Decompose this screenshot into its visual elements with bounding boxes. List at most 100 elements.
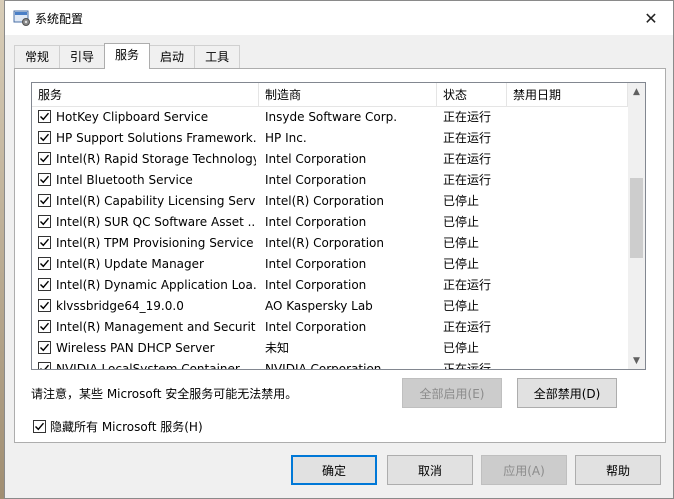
list-header: 服务 制造商 状态 禁用日期: [32, 83, 628, 107]
check-icon: [40, 175, 50, 184]
check-icon: [40, 301, 50, 310]
tab-bar: 常规 引导 服务 启动 工具: [14, 43, 241, 69]
check-icon: [40, 112, 50, 121]
service-manufacturer: HP Inc.: [265, 131, 307, 145]
service-manufacturer: Intel Corporation: [265, 320, 367, 334]
service-manufacturer: Intel Corporation: [265, 278, 367, 292]
services-panel: 服务 制造商 状态 禁用日期 HotKey Clipboard Service …: [14, 68, 666, 443]
check-icon: [40, 154, 50, 163]
service-status: 已停止: [443, 236, 480, 250]
service-status: 正在运行: [443, 131, 492, 145]
service-status: 正在运行: [443, 110, 492, 124]
cancel-button[interactable]: 取消: [387, 455, 473, 485]
service-manufacturer: AO Kaspersky Lab: [265, 299, 373, 313]
column-header-service[interactable]: 服务: [32, 83, 259, 107]
service-status: 已停止: [443, 341, 480, 355]
hide-ms-label: 隐藏所有 Microsoft 服务(H): [50, 420, 203, 434]
check-icon: [40, 343, 50, 352]
check-icon: [40, 133, 50, 142]
tab-startup[interactable]: 启动: [149, 45, 196, 69]
service-checkbox[interactable]: [38, 320, 51, 333]
check-icon: [40, 238, 50, 247]
service-manufacturer: Intel Corporation: [265, 173, 367, 187]
apply-button[interactable]: 应用(A): [481, 455, 567, 485]
service-name: Intel(R) Dynamic Application Loa...: [56, 278, 256, 292]
service-manufacturer: Intel(R) Corporation: [265, 194, 384, 208]
service-checkbox[interactable]: [38, 362, 51, 369]
service-manufacturer: NVIDIA Corporation: [265, 362, 382, 370]
help-button[interactable]: 帮助: [575, 455, 661, 485]
tab-boot[interactable]: 引导: [59, 45, 106, 69]
service-checkbox[interactable]: [38, 110, 51, 123]
close-icon: ✕: [644, 8, 658, 28]
service-name: NVIDIA LocalSystem Container: [56, 362, 240, 370]
service-checkbox[interactable]: [38, 152, 51, 165]
service-row[interactable]: NVIDIA LocalSystem Container NVIDIA Corp…: [32, 359, 628, 370]
service-row[interactable]: HP Support Solutions Framework... HP Inc…: [32, 128, 628, 149]
tab-general[interactable]: 常规: [14, 45, 61, 69]
services-list[interactable]: 服务 制造商 状态 禁用日期 HotKey Clipboard Service …: [31, 82, 646, 370]
service-row[interactable]: Intel(R) Capability Licensing Servi... I…: [32, 191, 628, 212]
service-checkbox[interactable]: [38, 278, 51, 291]
service-rows: HotKey Clipboard Service Insyde Software…: [32, 107, 628, 370]
service-name: HotKey Clipboard Service: [56, 110, 209, 124]
service-status: 正在运行: [443, 362, 492, 370]
disable-all-button[interactable]: 全部禁用(D): [517, 378, 617, 408]
title-bar: 系统配置 ✕: [5, 1, 673, 35]
service-checkbox[interactable]: [38, 131, 51, 144]
check-icon: [40, 364, 50, 369]
service-status: 已停止: [443, 194, 480, 208]
service-checkbox[interactable]: [38, 173, 51, 186]
service-status: 正在运行: [443, 152, 492, 166]
service-status: 正在运行: [443, 278, 492, 292]
scroll-thumb[interactable]: [630, 178, 643, 258]
scroll-down-icon[interactable]: ▼: [628, 352, 645, 369]
service-name: Intel(R) SUR QC Software Asset ...: [56, 215, 256, 229]
service-row[interactable]: Intel(R) SUR QC Software Asset ... Intel…: [32, 212, 628, 233]
service-name: Intel(R) Update Manager: [56, 257, 204, 271]
hide-ms-services[interactable]: 隐藏所有 Microsoft 服务(H): [33, 418, 203, 435]
security-note: 请注意，某些 Microsoft 安全服务可能无法禁用。: [31, 387, 298, 401]
service-row[interactable]: Intel(R) Rapid Storage Technology Intel …: [32, 149, 628, 170]
service-row[interactable]: Intel(R) Management and Securit... Intel…: [32, 317, 628, 338]
service-row[interactable]: klvssbridge64_19.0.0 AO Kaspersky Lab 已停…: [32, 296, 628, 317]
service-name: Intel(R) Rapid Storage Technology: [56, 152, 256, 166]
msconfig-icon: [13, 10, 31, 26]
service-row[interactable]: Intel(R) TPM Provisioning Service Intel(…: [32, 233, 628, 254]
service-manufacturer: 未知: [265, 341, 290, 355]
check-icon: [40, 217, 50, 226]
check-icon: [40, 196, 50, 205]
service-checkbox[interactable]: [38, 299, 51, 312]
tab-services[interactable]: 服务: [104, 43, 151, 69]
tab-tools[interactable]: 工具: [194, 45, 241, 69]
service-checkbox[interactable]: [38, 341, 51, 354]
service-row[interactable]: Wireless PAN DHCP Server 未知 已停止: [32, 338, 628, 359]
close-button[interactable]: ✕: [629, 1, 673, 35]
service-manufacturer: Intel Corporation: [265, 152, 367, 166]
vertical-scrollbar[interactable]: ▲ ▼: [628, 83, 645, 369]
service-row[interactable]: Intel(R) Update Manager Intel Corporatio…: [32, 254, 628, 275]
service-checkbox[interactable]: [38, 236, 51, 249]
service-checkbox[interactable]: [38, 257, 51, 270]
service-row[interactable]: HotKey Clipboard Service Insyde Software…: [32, 107, 628, 128]
service-manufacturer: Intel Corporation: [265, 215, 367, 229]
service-manufacturer: Intel Corporation: [265, 257, 367, 271]
column-header-status[interactable]: 状态: [437, 83, 507, 107]
column-header-manufacturer[interactable]: 制造商: [259, 83, 437, 107]
scroll-up-icon[interactable]: ▲: [628, 83, 645, 100]
hide-ms-checkbox[interactable]: [33, 420, 46, 433]
service-name: Intel(R) TPM Provisioning Service: [56, 236, 254, 250]
service-row[interactable]: Intel Bluetooth Service Intel Corporatio…: [32, 170, 628, 191]
service-row[interactable]: Intel(R) Dynamic Application Loa... Inte…: [32, 275, 628, 296]
service-checkbox[interactable]: [38, 215, 51, 228]
service-status: 已停止: [443, 299, 480, 313]
service-status: 正在运行: [443, 320, 492, 334]
ok-button[interactable]: 确定: [291, 455, 377, 485]
service-manufacturer: Intel(R) Corporation: [265, 236, 384, 250]
column-header-disabled-date[interactable]: 禁用日期: [507, 83, 628, 107]
enable-all-button[interactable]: 全部启用(E): [402, 378, 502, 408]
service-name: klvssbridge64_19.0.0: [56, 299, 184, 313]
service-checkbox[interactable]: [38, 194, 51, 207]
check-icon: [40, 259, 50, 268]
service-name: Intel(R) Capability Licensing Servi...: [56, 194, 256, 208]
